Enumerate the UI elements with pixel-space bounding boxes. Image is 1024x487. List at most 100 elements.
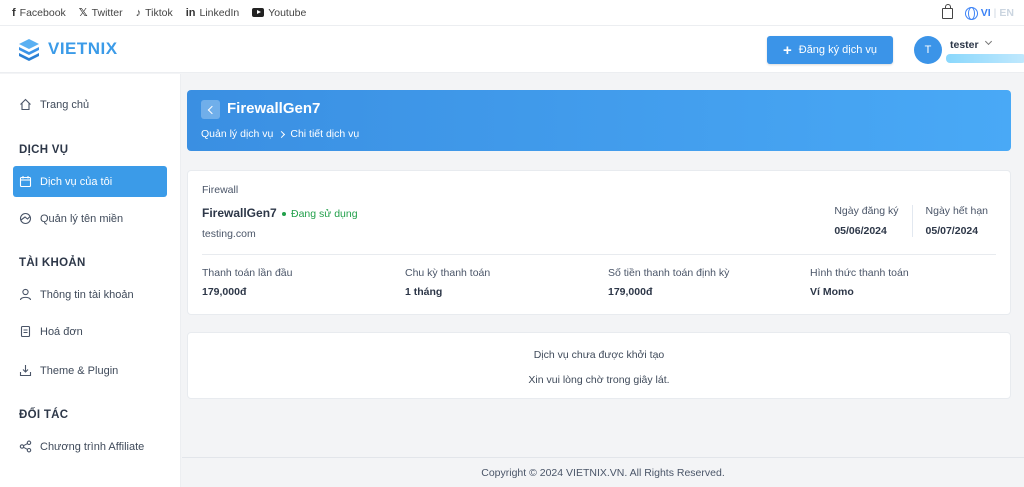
globe-icon xyxy=(964,6,978,20)
registration-date-label: Ngày đăng ký xyxy=(834,205,899,217)
main-header: VIETNIX + Đăng ký dịch vụ T tester xyxy=(0,26,1024,73)
language-switcher[interactable]: VI | EN xyxy=(964,6,1014,20)
sidebar-item-label: Dịch vụ của tôi xyxy=(40,175,113,188)
facebook-icon: f xyxy=(12,6,16,19)
notice-title: Dịch vụ chưa được khởi tạo xyxy=(533,349,665,361)
expiry-date-block: Ngày hết hạn 05/07/2024 xyxy=(913,205,988,237)
avatar: T xyxy=(914,36,942,64)
service-detail-card: Firewall FirewallGen7 Đang sử dụng testi… xyxy=(187,170,1011,315)
sidebar-item-theme-plugin[interactable]: Theme & Plugin xyxy=(13,355,167,386)
service-domain: testing.com xyxy=(202,228,256,240)
twitter-link[interactable]: 𝕏 Twitter xyxy=(78,6,123,20)
metric-value: 179,000đ xyxy=(608,286,653,298)
brand-logo[interactable]: VIETNIX xyxy=(16,36,118,62)
home-icon xyxy=(20,98,31,111)
metric-payment-method: Hình thức thanh toán Ví Momo xyxy=(810,267,909,298)
metric-recurring-amount: Số tiền thanh toán định kỳ 179,000đ xyxy=(608,267,729,298)
service-name: FirewallGen7 xyxy=(202,206,277,220)
breadcrumb-service-management[interactable]: Quản lý dịch vụ xyxy=(201,128,273,140)
status-dot-icon xyxy=(282,212,286,216)
youtube-link[interactable]: Youtube xyxy=(252,7,306,19)
facebook-label: Facebook xyxy=(19,6,66,19)
invoice-icon xyxy=(20,325,31,338)
shopping-bag-icon[interactable] xyxy=(941,3,953,19)
download-tray-icon xyxy=(19,365,32,377)
metric-label: Thanh toán lần đầu xyxy=(202,267,293,279)
status-badge: Đang sử dụng xyxy=(282,208,358,220)
sidebar-item-label: Trang chủ xyxy=(40,98,90,111)
expiry-date-value: 05/07/2024 xyxy=(925,225,979,237)
breadcrumb-service-detail: Chi tiết dịch vụ xyxy=(290,128,360,140)
vietnix-logo-icon xyxy=(19,39,39,61)
user-menu[interactable]: T tester xyxy=(914,36,1024,64)
metric-value: Ví Momo xyxy=(810,286,854,298)
social-links: f Facebook 𝕏 Twitter ♪ Tiktok in LinkedIn Yo… xyxy=(0,6,306,20)
facebook-link[interactable]: f Facebook xyxy=(12,7,66,19)
metric-first-payment: Thanh toán lần đầu 179,000đ xyxy=(202,267,293,298)
registration-date-block: Ngày đăng ký 05/06/2024 xyxy=(834,205,913,237)
sidebar: Trang chủ DỊCH VỤ Dịch vụ của tôi Quản l… xyxy=(0,74,181,487)
chevron-down-icon xyxy=(984,37,993,46)
redacted-email xyxy=(946,54,1024,63)
metric-value: 179,000đ xyxy=(202,286,247,298)
sidebar-item-label: Quản lý tên miền xyxy=(40,212,124,225)
tiktok-label: Tiktok xyxy=(145,6,173,19)
lang-en[interactable]: EN xyxy=(999,7,1014,19)
register-service-button[interactable]: + Đăng ký dịch vụ xyxy=(767,36,893,64)
linkedin-icon: in xyxy=(185,6,196,19)
brand-name: VIETNIX xyxy=(48,39,118,58)
registration-date-value: 05/06/2024 xyxy=(834,225,887,237)
lang-vi[interactable]: VI xyxy=(981,7,991,19)
sidebar-item-my-services[interactable]: Dịch vụ của tôi xyxy=(13,166,167,197)
sidebar-item-home[interactable]: Trang chủ xyxy=(13,89,167,120)
plus-icon: + xyxy=(782,41,792,59)
linkedin-link[interactable]: in LinkedIn xyxy=(186,7,239,19)
youtube-icon xyxy=(252,8,265,17)
share-icon xyxy=(19,440,32,453)
sidebar-item-invoices[interactable]: Hoá đơn xyxy=(13,316,167,347)
section-title-account: TÀI KHOẢN xyxy=(19,257,86,269)
sidebar-item-label: Theme & Plugin xyxy=(40,364,119,377)
tiktok-icon: ♪ xyxy=(135,6,142,19)
chevron-right-icon xyxy=(278,130,286,138)
sidebar-item-label: Hoá đơn xyxy=(40,325,83,338)
user-icon xyxy=(19,288,32,301)
breadcrumb: Quản lý dịch vụ Chi tiết dịch vụ xyxy=(201,128,359,140)
register-service-label: Đăng ký dịch vụ xyxy=(798,44,878,56)
metric-value: 1 tháng xyxy=(405,286,443,298)
metric-billing-cycle: Chu kỳ thanh toán 1 tháng xyxy=(405,267,490,298)
expiry-date-label: Ngày hết hạn xyxy=(925,205,988,217)
domain-globe-icon xyxy=(19,212,32,225)
notice-subtitle: Xin vui lòng chờ trong giây lát. xyxy=(528,374,670,386)
twitter-label: Twitter xyxy=(91,6,123,19)
username: tester xyxy=(950,39,979,51)
youtube-label: Youtube xyxy=(268,6,307,19)
page-title: FirewallGen7 xyxy=(227,100,321,117)
top-right-actions: VI | EN xyxy=(941,0,1014,26)
sidebar-item-label: Thông tin tài khoản xyxy=(40,288,134,301)
status-text: Đang sử dụng xyxy=(291,208,358,220)
back-button[interactable] xyxy=(201,100,220,119)
main-content: FirewallGen7 Quản lý dịch vụ Chi tiết dị… xyxy=(182,74,1024,487)
service-dates: Ngày đăng ký 05/06/2024 Ngày hết hạn 05/… xyxy=(834,205,988,237)
x-twitter-icon: 𝕏 xyxy=(78,7,88,19)
sidebar-item-label: Chương trình Affiliate xyxy=(40,440,145,453)
metric-label: Số tiền thanh toán định kỳ xyxy=(608,267,730,279)
section-title-partner: ĐỐI TÁC xyxy=(19,409,69,421)
tiktok-link[interactable]: ♪ Tiktok xyxy=(136,7,173,19)
section-title-services: DỊCH VỤ xyxy=(19,144,69,156)
chevron-left-icon xyxy=(207,105,216,114)
metric-label: Hình thức thanh toán xyxy=(810,267,909,279)
lang-separator: | xyxy=(993,7,997,19)
sidebar-item-affiliate[interactable]: Chương trình Affiliate xyxy=(13,431,167,462)
sidebar-item-account-info[interactable]: Thông tin tài khoản xyxy=(13,279,167,310)
metric-label: Chu kỳ thanh toán xyxy=(405,267,491,279)
sidebar-item-domains[interactable]: Quản lý tên miền xyxy=(13,203,167,234)
calendar-icon xyxy=(19,176,32,188)
top-social-bar: f Facebook 𝕏 Twitter ♪ Tiktok in LinkedIn Yo… xyxy=(0,0,1024,26)
page-banner: FirewallGen7 Quản lý dịch vụ Chi tiết dị… xyxy=(187,90,1011,151)
footer-copyright: Copyright © 2024 VIETNIX.VN. All Rights … xyxy=(182,457,1024,487)
divider xyxy=(202,254,996,255)
linkedin-label: LinkedIn xyxy=(199,6,240,19)
service-type: Firewall xyxy=(202,184,239,196)
